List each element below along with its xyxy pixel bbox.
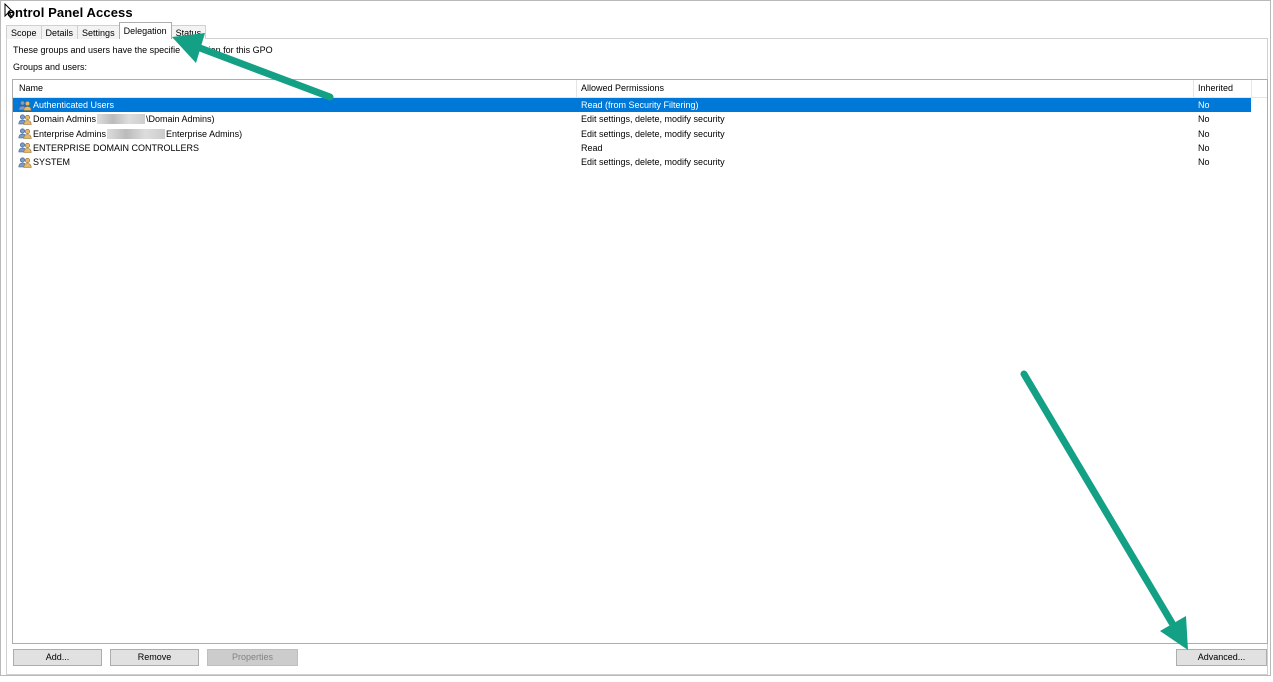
row-inherited: No	[1198, 100, 1210, 110]
row-name: Authenticated Users	[33, 100, 115, 110]
redacted-text	[97, 114, 146, 125]
column-header-name[interactable]: Name	[13, 80, 577, 97]
user-group-icon	[18, 114, 32, 125]
list-row[interactable]: ENTERPRISE DOMAIN CONTROLLERS Read No	[13, 141, 1267, 155]
row-name-cell: SYSTEM	[18, 155, 70, 169]
row-name-cell: ENTERPRISE DOMAIN CONTROLLERS	[18, 141, 199, 155]
description-text-tail: sion for this GPO	[204, 45, 273, 55]
row-name-cell: Domain Admins \Domain Admins)	[18, 112, 215, 126]
description-text: These groups and users have the specifie	[13, 45, 181, 55]
user-group-icon	[18, 99, 32, 111]
row-name: ENTERPRISE DOMAIN CONTROLLERS	[33, 142, 200, 153]
row-name-tail: \Domain Admins)	[146, 114, 215, 125]
tab-details[interactable]: Details	[40, 25, 79, 39]
remove-button[interactable]: Remove	[110, 649, 199, 666]
row-permissions: Edit settings, delete, modify security	[581, 157, 725, 168]
list-rows: Authenticated Users Read (from Security F…	[13, 98, 1267, 169]
tab-scope[interactable]: Scope	[6, 25, 42, 39]
tab-settings[interactable]: Settings	[77, 25, 120, 39]
column-header-permissions[interactable]: Allowed Permissions	[577, 80, 1194, 97]
row-permissions: Edit settings, delete, modify security	[581, 128, 725, 139]
list-row[interactable]: Enterprise Admins Enterprise Admins) Edit …	[13, 127, 1267, 141]
row-permissions: Edit settings, delete, modify security	[581, 114, 725, 125]
row-inherited: No	[1198, 128, 1210, 139]
properties-button: Properties	[207, 649, 298, 666]
delegation-description: These groups and users have the specifie…	[13, 45, 273, 55]
user-group-icon	[18, 128, 32, 139]
redacted-text	[107, 128, 166, 139]
row-name: SYSTEM	[33, 157, 71, 168]
row-name: Domain Admins	[33, 114, 97, 125]
groups-and-users-label: Groups and users:	[13, 62, 88, 72]
list-row[interactable]: Authenticated Users Read (from Security F…	[13, 98, 1251, 113]
row-permissions: Read (from Security Filtering)	[581, 100, 699, 110]
row-name-cell: Enterprise Admins Enterprise Admins)	[18, 127, 242, 141]
row-name: Enterprise Admins	[33, 128, 107, 139]
list-row[interactable]: SYSTEM Edit settings, delete, modify secu…	[13, 155, 1267, 169]
column-header-inherited[interactable]: Inherited	[1194, 80, 1252, 97]
tab-status[interactable]: Status	[170, 25, 207, 39]
list-row[interactable]: Domain Admins \Domain Admins) Edit setting…	[13, 112, 1267, 126]
groups-users-list[interactable]: Name Allowed Permissions Inherited Authe…	[12, 79, 1268, 644]
row-inherited: No	[1198, 157, 1210, 168]
row-name-cell: Authenticated Users	[18, 98, 114, 112]
advanced-button[interactable]: Advanced...	[1176, 649, 1267, 666]
add-button[interactable]: Add...	[13, 649, 102, 666]
tab-strip: Scope Details Settings Delegation Status	[6, 22, 207, 39]
user-group-icon	[18, 157, 32, 168]
window-title: ontrol Panel Access	[7, 5, 133, 20]
row-inherited: No	[1198, 114, 1210, 125]
user-group-icon	[18, 142, 32, 154]
row-name-tail: Enterprise Admins)	[166, 128, 243, 139]
list-header: Name Allowed Permissions Inherited	[13, 80, 1267, 98]
tab-delegation[interactable]: Delegation	[118, 22, 172, 39]
row-permissions: Read	[581, 142, 603, 153]
row-inherited: No	[1198, 142, 1210, 153]
